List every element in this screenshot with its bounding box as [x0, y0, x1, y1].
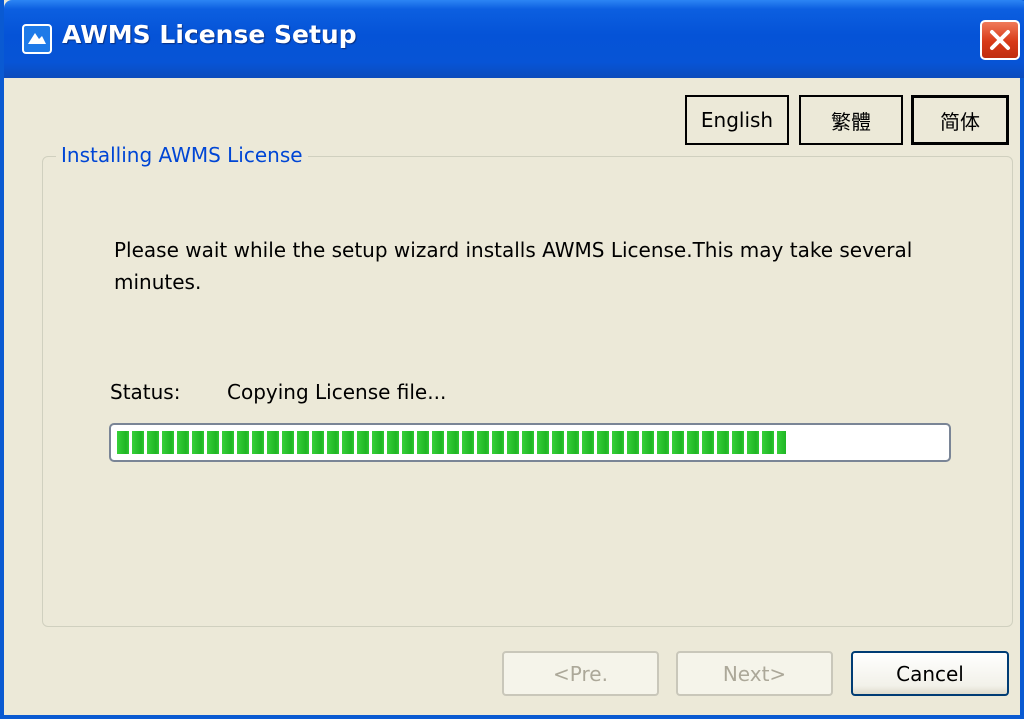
- status-value: Copying License file...: [227, 380, 447, 404]
- next-button[interactable]: Next>: [676, 651, 833, 696]
- language-simplified-chinese-button[interactable]: 简体: [911, 95, 1009, 145]
- language-traditional-chinese-button[interactable]: 繁體: [799, 95, 903, 145]
- language-english-button[interactable]: English: [685, 95, 789, 145]
- progress-fill: [117, 431, 786, 454]
- groupbox-title: Installing AWMS License: [56, 143, 308, 167]
- close-button[interactable]: [980, 20, 1020, 60]
- previous-button[interactable]: <Pre.: [502, 651, 659, 696]
- close-icon: [990, 30, 1010, 50]
- window-title: AWMS License Setup: [62, 20, 357, 49]
- progress-bar: [109, 423, 951, 462]
- title-bar[interactable]: AWMS License Setup: [4, 0, 1024, 78]
- cancel-button[interactable]: Cancel: [851, 651, 1009, 696]
- awms-app-icon: [22, 24, 52, 54]
- install-message: Please wait while the setup wizard insta…: [114, 238, 913, 294]
- setup-window: AWMS License Setup English 繁體 简体 Install…: [0, 0, 1024, 719]
- install-groupbox: [42, 156, 1013, 627]
- status-label: Status:: [110, 380, 181, 404]
